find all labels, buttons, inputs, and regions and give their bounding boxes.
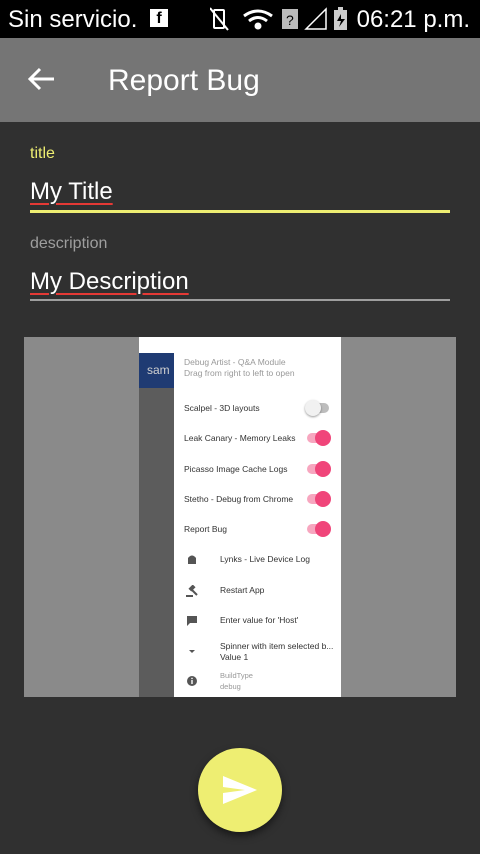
vibrate-off-icon	[210, 7, 229, 31]
description-input-text: My Description	[30, 268, 189, 295]
page-title: Report Bug	[108, 64, 260, 97]
drawer-header: Debug Artist - Q&A Module Drag from righ…	[184, 357, 295, 379]
drawer-item-text: Spinner with item selected b... Value 1	[220, 641, 333, 663]
drawer-item-restart: Restart App	[174, 577, 341, 607]
title-label: title	[30, 145, 55, 162]
drawer-item-host: Enter value for 'Host'	[174, 607, 341, 637]
carrier-text: Sin servicio.	[8, 6, 138, 33]
send-button[interactable]	[198, 748, 282, 832]
drawer-item-label: Scalpel - 3D layouts	[184, 403, 260, 413]
dropdown-icon	[189, 650, 195, 653]
drawer-item-label: Leak Canary - Memory Leaks	[184, 433, 296, 443]
title-input[interactable]: My Title	[30, 178, 450, 206]
wifi-icon	[243, 9, 273, 30]
picasso-toggle	[307, 461, 331, 477]
title-input-text: My Title	[30, 178, 113, 205]
drawer-item-sub: debug	[220, 682, 241, 691]
drawer-item-sub: Value 1	[220, 652, 249, 662]
drawer-item-text: BuildType debug	[220, 670, 253, 692]
drawer-item-label: Spinner with item selected b...	[220, 641, 334, 651]
inner-topbar	[139, 337, 341, 353]
title-underline	[30, 210, 450, 213]
description-input[interactable]: My Description	[30, 268, 450, 296]
drawer-item-label: Restart App	[220, 585, 265, 595]
app-bar: Report Bug	[0, 38, 480, 122]
drawer-item-label: Enter value for 'Host'	[220, 615, 299, 625]
android-icon	[188, 555, 196, 564]
drawer-item-label: Lynks - Live Device Log	[220, 554, 310, 564]
drawer-item-label: Picasso Image Cache Logs	[184, 464, 288, 474]
drawer-item-label: BuildType	[220, 671, 253, 680]
facebook-icon: f	[150, 9, 168, 27]
drawer-item-label: Stetho - Debug from Chrome	[184, 494, 294, 504]
drawer-item-report-bug: Report Bug	[174, 516, 341, 546]
screenshot-preview: sam Debug Artist - Q&A Module Drag from …	[24, 337, 456, 697]
drawer-header-title: Debug Artist - Q&A Module	[184, 357, 286, 367]
drawer-item-scalpel: Scalpel - 3D layouts	[174, 395, 341, 425]
info-icon	[187, 676, 197, 686]
status-bar: Sin servicio. f ? 06:21 p.m.	[0, 0, 480, 38]
scalpel-toggle	[305, 400, 329, 416]
report-bug-toggle	[307, 521, 331, 537]
drawer-item-picasso: Picasso Image Cache Logs	[174, 456, 341, 486]
signal-icon	[304, 7, 327, 30]
drawer-item-buildtype: BuildType debug	[174, 667, 341, 697]
status-icons: ?	[210, 7, 347, 31]
description-underline	[30, 299, 450, 301]
drawer-item-spinner: Spinner with item selected b... Value 1	[174, 637, 341, 667]
drawer-item-label: Report Bug	[184, 524, 227, 534]
drawer-item-stetho: Stetho - Debug from Chrome	[174, 486, 341, 516]
comment-icon	[187, 616, 197, 626]
svg-text:?: ?	[286, 12, 294, 28]
debug-drawer: Debug Artist - Q&A Module Drag from righ…	[174, 353, 341, 697]
clock-text: 06:21 p.m.	[356, 6, 470, 33]
drawer-item-leak-canary: Leak Canary - Memory Leaks	[174, 425, 341, 455]
drawer-item-lynks: Lynks - Live Device Log	[174, 546, 341, 576]
battery-icon	[334, 7, 347, 30]
send-icon	[223, 776, 257, 804]
inner-side-text: sam	[139, 353, 179, 388]
gavel-icon	[186, 585, 198, 597]
stetho-toggle	[307, 491, 331, 507]
leak-canary-toggle	[307, 430, 331, 446]
description-label: description	[30, 235, 108, 252]
no-sim-icon: ?	[282, 9, 298, 29]
back-arrow-icon[interactable]	[26, 62, 60, 96]
drawer-header-subtitle: Drag from right to left to open	[184, 368, 295, 378]
